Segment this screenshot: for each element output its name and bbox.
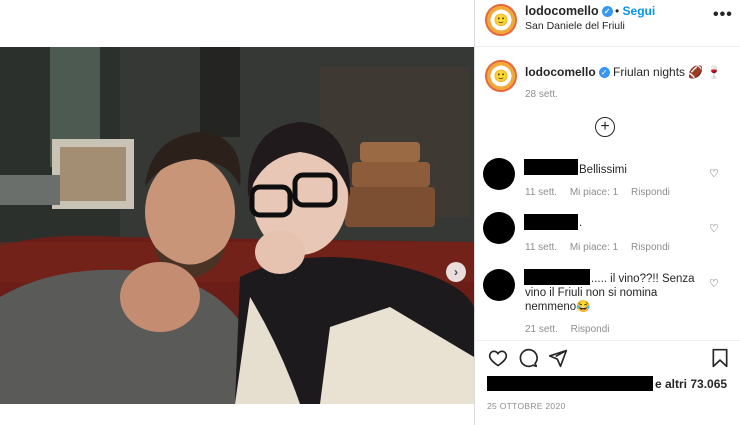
heart-icon bbox=[488, 350, 508, 367]
comment-time: 21 sett. bbox=[525, 324, 558, 335]
author-username-text: lodocomello bbox=[525, 4, 599, 18]
bookmark-icon bbox=[712, 348, 728, 368]
comment-icon bbox=[519, 348, 538, 368]
caption: lodocomello ✓ Friulan nights 🏈 🍷 bbox=[525, 65, 722, 79]
redacted-username bbox=[524, 214, 578, 230]
chevron-right-icon: › bbox=[454, 265, 458, 279]
comment-heart-icon[interactable]: ♡ bbox=[709, 167, 719, 180]
comment-text: . bbox=[579, 217, 583, 229]
likes-count[interactable]: e altri 73.065 bbox=[655, 377, 727, 391]
author-username[interactable]: lodocomello ✓ bbox=[525, 4, 613, 18]
photo-panel: › bbox=[0, 0, 474, 425]
action-bar bbox=[487, 347, 732, 371]
comment-meta: 11 sett. Mi piace: 1 Rispondi bbox=[525, 242, 680, 253]
photo-illustration bbox=[0, 47, 474, 404]
location-link[interactable]: San Daniele del Friuli bbox=[525, 20, 625, 32]
comment-time: 11 sett. bbox=[525, 242, 558, 253]
dot-separator: • bbox=[615, 4, 623, 18]
avatar-emoji-icon: 🙂 bbox=[493, 69, 509, 83]
redacted-liker bbox=[487, 376, 653, 391]
more-options-icon[interactable]: ••• bbox=[713, 6, 733, 24]
reply-button[interactable]: Rispondi bbox=[631, 187, 670, 198]
share-button[interactable] bbox=[547, 347, 569, 369]
comment-meta: 21 sett. Rispondi bbox=[525, 324, 620, 335]
author-avatar[interactable]: 🙂 bbox=[485, 4, 517, 36]
share-icon bbox=[548, 349, 568, 368]
load-more-comments-button[interactable]: + bbox=[595, 117, 615, 137]
save-button[interactable] bbox=[709, 347, 731, 369]
comment-text: Bellissimi bbox=[579, 164, 627, 176]
header-divider bbox=[475, 46, 740, 47]
comment-button[interactable] bbox=[517, 347, 539, 369]
caption-username[interactable]: lodocomello bbox=[525, 65, 596, 79]
post-side-panel: 🙂 lodocomello ✓ • Segui San Daniele del F… bbox=[475, 0, 740, 425]
comment-heart-icon[interactable]: ♡ bbox=[709, 277, 719, 290]
post-photo[interactable]: › bbox=[0, 47, 474, 404]
comment-text: ..... il vino??!! Senza vino il Friuli n… bbox=[525, 273, 695, 313]
comment-heart-icon[interactable]: ♡ bbox=[709, 222, 719, 235]
verified-icon: ✓ bbox=[598, 67, 610, 79]
follow-button[interactable]: • Segui bbox=[615, 4, 655, 18]
redacted-username bbox=[524, 159, 578, 175]
verified-icon: ✓ bbox=[601, 6, 613, 18]
caption-avatar[interactable]: 🙂 bbox=[485, 60, 517, 92]
actions-divider bbox=[475, 340, 740, 341]
caption-text: Friulan nights 🏈 🍷 bbox=[613, 65, 722, 79]
caption-time: 28 sett. bbox=[525, 89, 558, 100]
like-button[interactable] bbox=[487, 347, 509, 369]
follow-label: Segui bbox=[622, 4, 656, 18]
comment-likes[interactable]: Mi piace: 1 bbox=[570, 242, 618, 253]
comment-time: 11 sett. bbox=[525, 187, 558, 198]
comment-avatar[interactable] bbox=[483, 269, 515, 301]
comment-meta: 11 sett. Mi piace: 1 Rispondi bbox=[525, 187, 680, 198]
plus-icon: + bbox=[600, 118, 610, 135]
comment-likes[interactable]: Mi piace: 1 bbox=[570, 187, 618, 198]
reply-button[interactable]: Rispondi bbox=[571, 324, 610, 335]
reply-button[interactable]: Rispondi bbox=[631, 242, 670, 253]
comment-avatar[interactable] bbox=[483, 158, 515, 190]
avatar-emoji-icon: 🙂 bbox=[493, 13, 509, 27]
comment-avatar[interactable] bbox=[483, 212, 515, 244]
next-photo-button[interactable]: › bbox=[446, 262, 466, 282]
post-date: 25 OTTOBRE 2020 bbox=[487, 401, 566, 411]
